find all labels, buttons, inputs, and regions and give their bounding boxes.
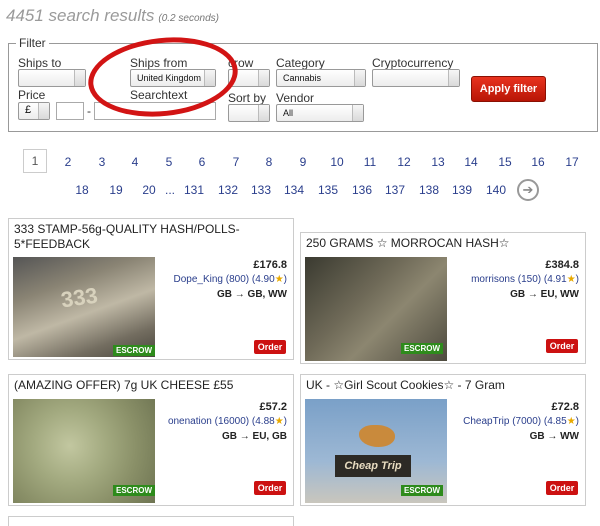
page-link[interactable]: 8 (257, 155, 281, 169)
star-icon: ★ (566, 416, 576, 427)
vendor-select[interactable]: All (276, 104, 364, 122)
stamp-text: 333 (59, 282, 100, 313)
results-count: 4451 search results (6, 6, 155, 25)
listing-card-2[interactable]: 250 GRAMS ☆ MORROCAN HASH☆ ESCROW £384.8… (300, 232, 586, 364)
escrow-badge: ESCROW (401, 485, 443, 496)
listing-shipping: GB → EU, GB (221, 431, 287, 442)
listing-card-1[interactable]: 333 STAMP-56g-QUALITY HASH/POLLS-5*FEEDB… (8, 218, 294, 360)
page-link[interactable]: 134 (282, 183, 306, 197)
page-link[interactable]: 133 (249, 183, 273, 197)
page-link[interactable]: 3 (90, 155, 114, 169)
page-link[interactable]: 5 (157, 155, 181, 169)
escrow-badge: ESCROW (113, 485, 155, 496)
page-link[interactable]: 137 (383, 183, 407, 197)
page-link[interactable]: 10 (325, 155, 349, 169)
star-icon: ★ (274, 416, 284, 427)
currency-select[interactable]: £ (18, 102, 50, 120)
listing-price: £57.2 (259, 401, 287, 413)
page-link[interactable]: 2 (56, 155, 80, 169)
listing-title[interactable]: UK - ☆Girl Scout Cookies☆ - 7 Gram (301, 375, 585, 393)
cheaptrip-sign: Cheap Trip (335, 455, 411, 477)
listing-card-3[interactable]: (AMAZING OFFER) 7g UK CHEESE £55 ESCROW … (8, 374, 294, 506)
listing-seller[interactable]: morrisons (150) (4.91★) (471, 274, 579, 285)
cryptocurrency-label: Cryptocurrency (372, 56, 454, 70)
page-link[interactable]: 139 (450, 183, 474, 197)
order-button[interactable]: Order (254, 340, 286, 354)
listing-price: £384.8 (545, 259, 579, 271)
sort-by-label: Sort by (228, 91, 267, 105)
ships-from-label: Ships from (130, 56, 188, 70)
page-link[interactable]: 135 (316, 183, 340, 197)
page-link[interactable]: 13 (426, 155, 450, 169)
listing-shipping: GB → GB, WW (217, 289, 287, 300)
listing-title[interactable]: (AMAZING OFFER) 7g UK CHEESE £55 (9, 375, 293, 393)
ships-to-label: Ships to (18, 56, 62, 70)
price-max-input[interactable] (94, 102, 216, 120)
ships-from-select[interactable]: United Kingdom (130, 69, 216, 87)
ships-to-select[interactable] (18, 69, 86, 87)
star-icon: ★ (274, 274, 284, 285)
page-ellipsis: ... (164, 183, 175, 197)
order-button[interactable]: Order (546, 339, 578, 353)
order-button[interactable]: Order (546, 481, 578, 495)
listing-seller[interactable]: onenation (16000) (4.88★) (168, 416, 287, 427)
cryptocurrency-select[interactable] (372, 69, 460, 87)
price-separator: - (87, 104, 91, 118)
category-select[interactable]: Cannabis (276, 69, 366, 87)
page-link[interactable]: 6 (190, 155, 214, 169)
page-link[interactable]: 12 (392, 155, 416, 169)
escrow-badge: ESCROW (401, 343, 443, 354)
apply-filter-button[interactable]: Apply filter (471, 76, 546, 102)
page-link[interactable]: 9 (291, 155, 315, 169)
next-page-icon[interactable]: ➔ (517, 179, 539, 201)
listing-card-4[interactable]: UK - ☆Girl Scout Cookies☆ - 7 Gram Cheap… (300, 374, 586, 506)
escrow-badge: ESCROW (113, 345, 155, 356)
order-button[interactable]: Order (254, 481, 286, 495)
listing-title[interactable]: 333 STAMP-56g-QUALITY HASH/POLLS-5*FEEDB… (9, 219, 293, 252)
listing-price: £176.8 (253, 259, 287, 271)
page-link[interactable]: 138 (417, 183, 441, 197)
star-icon: ★ (566, 274, 576, 285)
filter-legend: Filter (19, 36, 46, 50)
listing-title[interactable]: 250 GRAMS ☆ MORROCAN HASH☆ (301, 233, 585, 251)
page-link[interactable]: 16 (526, 155, 550, 169)
page-link[interactable]: 7 (224, 155, 248, 169)
escrow-label: crow (228, 56, 254, 70)
results-header: 4451 search results (0.2 seconds) (6, 6, 219, 26)
sort-by-select[interactable] (228, 104, 270, 122)
page-link[interactable]: 1 (23, 149, 47, 173)
listing-shipping: GB → WW (529, 431, 579, 442)
listing-seller[interactable]: Dope_King (800) (4.90★) (174, 274, 288, 285)
searchtext-label: Searchtext (130, 88, 188, 102)
listing-seller[interactable]: CheapTrip (7000) (4.85★) (463, 416, 579, 427)
page-link[interactable]: 132 (216, 183, 240, 197)
bud-shape (359, 425, 395, 447)
page-link[interactable]: 4 (123, 155, 147, 169)
listing-shipping: GB → EU, WW (510, 289, 579, 300)
page-link[interactable]: 131 (182, 183, 206, 197)
page-link[interactable]: 15 (493, 155, 517, 169)
vendor-label: Vendor (276, 91, 315, 105)
price-min-input[interactable] (56, 102, 84, 120)
price-label: Price (18, 88, 46, 102)
page-link[interactable]: 11 (358, 155, 382, 169)
page-link[interactable]: 140 (484, 183, 508, 197)
listing-card-5-partial (8, 516, 294, 526)
results-time: (0.2 seconds) (158, 13, 219, 24)
page-link[interactable]: 136 (350, 183, 374, 197)
listing-price: £72.8 (551, 401, 579, 413)
listing-image[interactable]: 333 (13, 257, 155, 357)
page-link[interactable]: 18 (70, 183, 94, 197)
page-link[interactable]: 19 (104, 183, 128, 197)
escrow-select[interactable] (228, 69, 270, 87)
category-label: Category (276, 56, 325, 70)
page-link[interactable]: 14 (459, 155, 483, 169)
page-link[interactable]: 17 (560, 155, 584, 169)
